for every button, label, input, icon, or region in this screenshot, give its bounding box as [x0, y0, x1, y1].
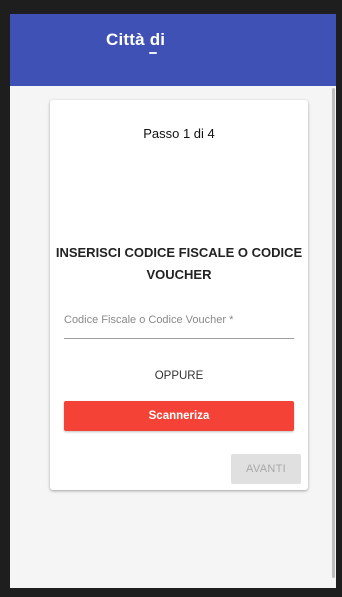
codice-input-label: Codice Fiscale o Codice Voucher * [64, 314, 234, 326]
app-screen: Città di Passo 1 di 4 INSERISCI CODICE F… [10, 14, 336, 588]
next-button[interactable]: AVANTI [231, 454, 301, 484]
app-title-mark [149, 52, 157, 54]
scan-button[interactable]: Scanneriza [64, 401, 294, 431]
instruction-heading: INSERISCI CODICE FISCALE O CODICE VOUCHE… [55, 245, 303, 282]
oppure-separator: OPPURE [154, 370, 204, 382]
codice-input-field[interactable]: Codice Fiscale o Codice Voucher * [64, 308, 294, 339]
scrollbar[interactable] [332, 88, 335, 578]
app-title: Città di [106, 30, 166, 49]
step-indicator: Passo 1 di 4 [143, 126, 215, 141]
app-bar: Città di [10, 14, 336, 86]
device-frame: Città di Passo 1 di 4 INSERISCI CODICE F… [0, 0, 342, 597]
wizard-card: Passo 1 di 4 INSERISCI CODICE FISCALE O … [50, 100, 308, 490]
